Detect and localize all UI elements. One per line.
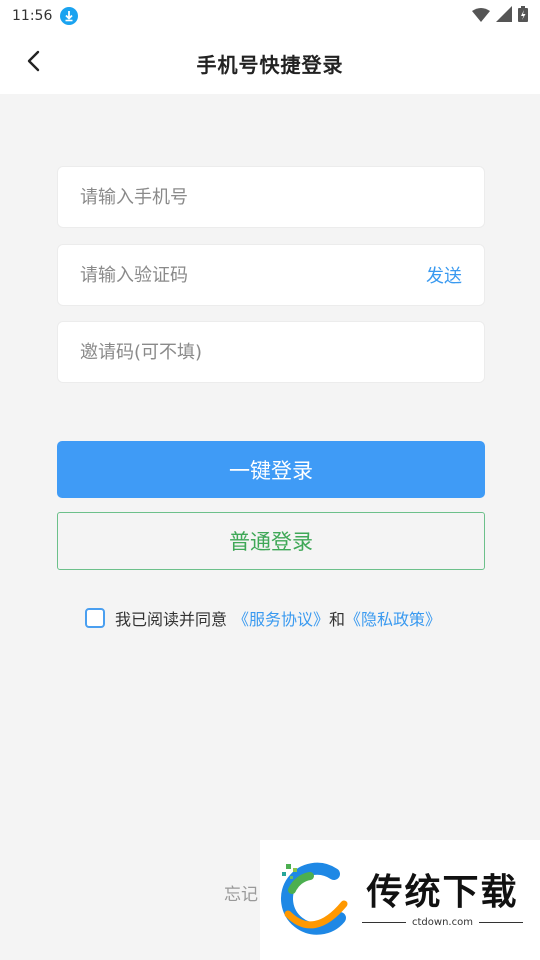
signal-icon — [496, 6, 512, 26]
service-agreement-link[interactable]: 《服务协议》 — [233, 606, 329, 630]
status-time: 11:56 — [12, 8, 53, 24]
forgot-password-link[interactable]: 忘记 — [224, 880, 258, 905]
watermark-overlay: 传统下载 ctdown.com — [260, 840, 540, 960]
battery-icon — [518, 6, 528, 26]
watermark-site: ctdown.com — [412, 916, 473, 928]
wifi-icon — [472, 7, 490, 26]
normal-login-button[interactable]: 普通登录 — [57, 512, 485, 570]
privacy-policy-link[interactable]: 《隐私政策》 — [345, 606, 441, 630]
agreement-conjunction: 和 — [329, 610, 346, 629]
agreement-checkbox[interactable] — [85, 608, 105, 628]
status-bar: 11:56 — [0, 0, 540, 32]
phone-input[interactable] — [80, 186, 462, 208]
status-icons — [472, 6, 528, 26]
agreement-prefix: 我已阅读并同意 — [115, 610, 228, 629]
verification-code-input[interactable] — [80, 264, 426, 286]
watermark-logo-icon — [281, 862, 348, 935]
download-status-icon — [60, 7, 79, 25]
back-arrow-icon — [27, 50, 40, 72]
agreement-row: 我已阅读并同意 《服务协议》 和 《隐私政策》 — [85, 606, 441, 630]
top-app-bar: 手机号快捷登录 — [0, 32, 540, 94]
page-title: 手机号快捷登录 — [196, 52, 344, 77]
send-code-button[interactable]: 发送 — [426, 262, 462, 288]
invite-code-input[interactable] — [80, 341, 462, 363]
phone-field — [57, 166, 485, 228]
watermark-brand: 传统下载 — [366, 871, 519, 913]
back-button[interactable] — [18, 46, 48, 76]
invite-field — [57, 321, 485, 383]
one-click-login-button[interactable]: 一键登录 — [57, 441, 485, 498]
code-field: 发送 — [57, 244, 485, 306]
watermark-text: 传统下载 ctdown.com — [362, 871, 523, 928]
login-screen: 11:56 手机号快捷登录 请输入手机号 请输入验证码 发送 邀请码(可不填) … — [0, 0, 540, 960]
